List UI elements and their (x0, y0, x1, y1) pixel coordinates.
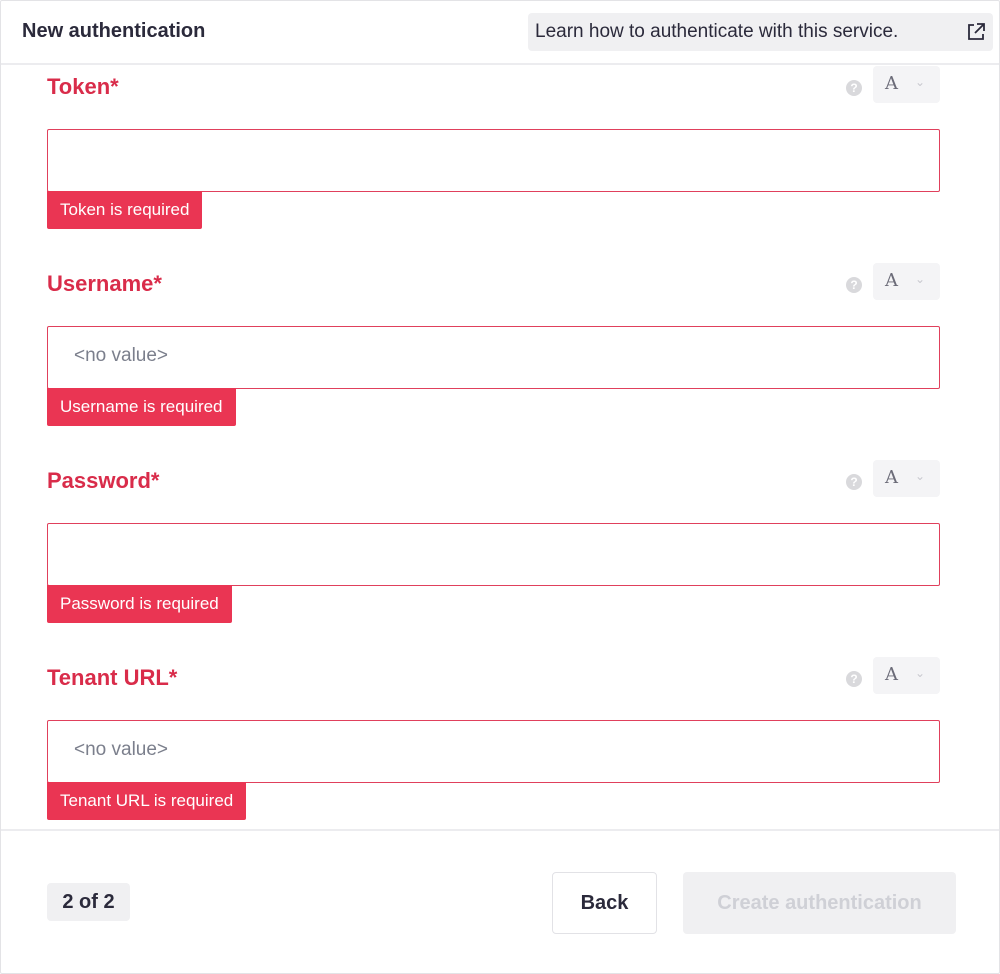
field-type-select[interactable]: A ⌄ (873, 263, 940, 300)
chevron-down-icon: ⌄ (915, 666, 926, 680)
dialog-title: New authentication (22, 20, 206, 42)
error-message: Password is required (47, 585, 232, 623)
back-button[interactable]: Back (552, 872, 657, 934)
text-type-icon: A (885, 73, 898, 94)
page-indicator: 2 of 2 (47, 883, 130, 921)
question-circle-icon[interactable]: ? (846, 80, 862, 96)
field-label: Password* (47, 468, 160, 493)
text-type-icon: A (885, 664, 898, 685)
chevron-down-icon: ⌄ (915, 469, 926, 483)
question-circle-icon[interactable]: ? (846, 671, 862, 687)
chevron-down-icon: ⌄ (915, 272, 926, 286)
question-circle-icon[interactable]: ? (846, 277, 862, 293)
field-label: Tenant URL* (47, 665, 178, 690)
question-circle-icon[interactable]: ? (846, 474, 862, 490)
field-label: Token* (47, 74, 119, 99)
dialog-footer: 2 of 2 Back Create authentication (1, 829, 999, 973)
tenant-url-input[interactable]: <no value> (47, 720, 940, 783)
text-type-icon: A (885, 270, 898, 291)
learn-authenticate-link[interactable]: Learn how to authenticate with this serv… (528, 13, 993, 51)
field-label: Username* (47, 271, 162, 296)
external-link-icon (968, 23, 985, 40)
error-message: Tenant URL is required (47, 782, 247, 820)
field-type-select[interactable]: A ⌄ (873, 66, 940, 103)
username-input[interactable]: <no value> (47, 326, 940, 389)
token-input[interactable] (47, 129, 940, 192)
field-type-select[interactable]: A ⌄ (873, 460, 940, 497)
text-type-icon: A (885, 467, 898, 488)
field-type-select[interactable]: A ⌄ (873, 657, 940, 694)
chevron-down-icon: ⌄ (915, 75, 926, 89)
error-message: Token is required (47, 191, 203, 229)
create-authentication-button[interactable]: Create authentication (683, 872, 956, 934)
input-value: <no value> (74, 739, 169, 760)
error-message: Username is required (47, 388, 236, 426)
learn-link-label: Learn how to authenticate with this serv… (535, 21, 899, 42)
password-input[interactable] (47, 523, 940, 586)
new-authentication-dialog: New authentication Learn how to authenti… (0, 0, 1000, 974)
dialog-header: New authentication Learn how to authenti… (1, 1, 999, 65)
input-value: <no value> (74, 345, 169, 366)
